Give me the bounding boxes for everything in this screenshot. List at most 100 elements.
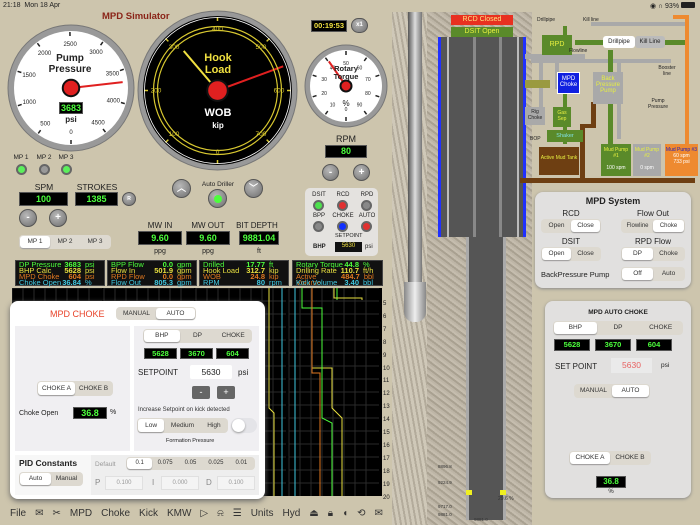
preset-0.075[interactable]: 0.075: [152, 458, 177, 469]
spm-plus-button[interactable]: +: [49, 209, 67, 227]
preset-0.01[interactable]: 0.01: [229, 458, 254, 469]
sliders-icon[interactable]: ☰: [233, 508, 242, 519]
rpm-minus-button[interactable]: -: [322, 164, 339, 181]
menu-file[interactable]: File: [10, 508, 26, 519]
param-unit: %: [85, 280, 101, 286]
tab-pid-auto[interactable]: Auto: [20, 473, 51, 485]
setpoint-input[interactable]: 5630: [190, 365, 232, 379]
tab-high[interactable]: High: [201, 419, 227, 432]
tab-choke-b[interactable]: CHOKE B: [610, 452, 650, 464]
kick-setpoint-label: Increase Setpoint on kick detected: [138, 407, 230, 413]
flow-out-flowline[interactable]: Flowline: [622, 220, 653, 232]
menu-mpd[interactable]: MPD: [70, 508, 92, 519]
tab-choke-b[interactable]: CHOKE B: [75, 382, 112, 395]
raise-block-button[interactable]: ︿: [172, 179, 191, 198]
tab-mp2[interactable]: MP 2: [50, 236, 80, 248]
i-input[interactable]: 0.000: [161, 476, 199, 490]
formation-pressure-tabs: LowMediumHigh: [137, 418, 228, 433]
bpp-auto[interactable]: Auto: [653, 268, 684, 280]
repeat-icon[interactable]: ⟲: [357, 508, 365, 519]
rcd-close[interactable]: Close: [571, 220, 600, 232]
mp-status-led[interactable]: [16, 164, 27, 175]
bpp-off[interactable]: Off: [622, 268, 653, 280]
menu-kmw[interactable]: KMW: [167, 508, 191, 519]
spm-value: 100: [19, 192, 68, 206]
tab-auto[interactable]: AUTO: [612, 385, 649, 397]
tab-dp[interactable]: DP: [180, 330, 216, 342]
mail-open-icon[interactable]: ✉: [35, 508, 43, 519]
rig-choke-box[interactable]: Rig Choke: [525, 107, 545, 125]
bell-icon[interactable]: ⍾: [217, 508, 224, 519]
depth-tick: 13: [383, 404, 390, 410]
rpm-plus-button[interactable]: +: [353, 164, 370, 181]
bit-depth-unit: ft: [239, 248, 279, 255]
mpd-system-panel: MPD System RCD OpenClose Flow Out Flowli…: [535, 192, 691, 288]
tab-choke[interactable]: CHOKE: [215, 330, 251, 342]
depth-tick: 7: [383, 327, 386, 333]
speed-button[interactable]: x1: [351, 18, 368, 33]
tab-bhp[interactable]: BHP: [144, 330, 180, 342]
indicator-label: DSIT: [308, 192, 330, 198]
tab-choke[interactable]: CHOKE: [639, 322, 682, 334]
menu-kick[interactable]: Kick: [139, 508, 158, 519]
lock-icon[interactable]: 🔒︎: [328, 508, 333, 519]
menu-hyd[interactable]: Hyd: [283, 508, 301, 519]
eject-icon[interactable]: ⏏: [309, 508, 318, 519]
tab-medium[interactable]: Medium: [164, 419, 201, 432]
tab-choke-a[interactable]: CHOKE A: [570, 452, 610, 464]
rpd-box[interactable]: RPD: [542, 35, 572, 55]
kick-setpoint-toggle[interactable]: [231, 418, 257, 433]
tab-pid-manual[interactable]: Manual: [51, 473, 82, 485]
panel-title: MPD System: [535, 196, 691, 206]
setpoint-minus-button[interactable]: -: [192, 386, 210, 399]
preset-0.025[interactable]: 0.025: [203, 458, 228, 469]
mp-status-led[interactable]: [39, 164, 50, 175]
preset-0.05[interactable]: 0.05: [178, 458, 203, 469]
preset-0.1[interactable]: 0.1: [127, 458, 152, 469]
strokes-reset-button[interactable]: R: [122, 192, 136, 206]
pid-constants: Default 0.10.0750.050.0250.01 P 0.100 I …: [91, 455, 259, 495]
tools-icon[interactable]: ✂: [53, 508, 61, 519]
kill-line-button[interactable]: Kill Line: [635, 36, 665, 48]
flow-out-choke[interactable]: Choke: [653, 220, 684, 232]
formation-pressure-label: Formation Pressure: [166, 438, 214, 444]
drillpipe-button[interactable]: Drillpipe: [603, 36, 635, 48]
setpoint-plus-button[interactable]: +: [217, 386, 235, 399]
pid-title: PID Constants: [19, 458, 77, 468]
data-row: RPM80rpm: [203, 280, 285, 286]
play-icon[interactable]: ▷: [200, 508, 208, 519]
tab-bhp[interactable]: BHP: [554, 322, 597, 334]
gas-separator-box: Gas Sep: [553, 107, 571, 127]
lower-block-button[interactable]: ﹀: [244, 179, 263, 198]
tab-dp[interactable]: DP: [597, 322, 640, 334]
rpd-choke[interactable]: Choke: [653, 248, 684, 260]
mp-status-led[interactable]: [61, 164, 72, 175]
back-pressure-pump-box[interactable]: Back Pressure Pump: [593, 72, 623, 104]
menu-units[interactable]: Units: [251, 508, 274, 519]
mpd-choke-box[interactable]: MPD Choke: [557, 72, 580, 94]
mud-pump-3[interactable]: Mud Pump #360 spm733 psi: [665, 144, 698, 176]
menu-choke[interactable]: Choke: [101, 508, 130, 519]
mud-pump-1[interactable]: Mud Pump #1100 spm: [601, 144, 631, 176]
p-input[interactable]: 0.100: [105, 476, 143, 490]
mail-icon[interactable]: ✉: [375, 508, 383, 519]
spm-minus-button[interactable]: -: [19, 209, 37, 227]
rcd-open[interactable]: Open: [542, 220, 571, 232]
tab-low[interactable]: Low: [138, 419, 164, 432]
tab-manual[interactable]: MANUAL: [575, 385, 612, 397]
sound-icon[interactable]: ◖: [342, 508, 348, 519]
auto-driller-button[interactable]: [208, 189, 227, 208]
dsit-close[interactable]: Close: [571, 248, 600, 260]
tab-auto[interactable]: AUTO: [156, 308, 195, 319]
hook-load-gauge: 0100200300400500600700: [135, 8, 300, 173]
rpd-dp[interactable]: DP: [622, 248, 653, 260]
dsit-open[interactable]: Open: [542, 248, 571, 260]
tab-mp1[interactable]: MP 1: [20, 236, 50, 248]
setpoint-input[interactable]: 5630: [611, 358, 652, 373]
tab-choke-a[interactable]: CHOKE A: [38, 382, 75, 395]
d-input[interactable]: 0.100: [217, 476, 255, 490]
tab-mp3[interactable]: MP 3: [80, 236, 110, 248]
sim-timer: 00:19:53: [311, 20, 347, 32]
mud-pump-2[interactable]: Mud Pump #20 spm: [633, 144, 661, 176]
tab-manual[interactable]: MANUAL: [117, 308, 156, 319]
